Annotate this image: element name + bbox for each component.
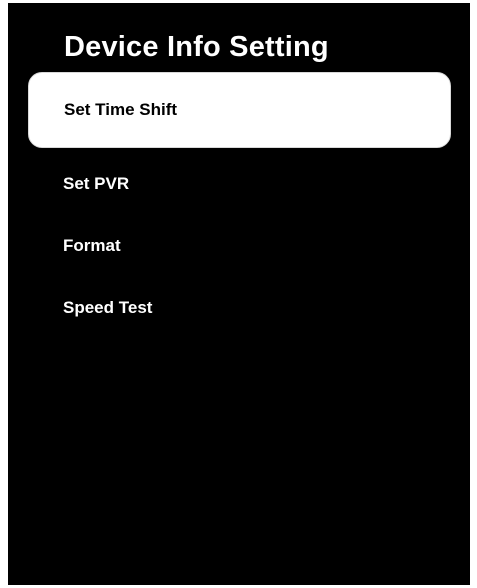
tv-menu-screen: Device Info Setting Set Time Shift Set P…: [8, 3, 470, 585]
menu-item-speed-test[interactable]: Speed Test: [28, 270, 451, 346]
menu-item-label: Format: [63, 236, 121, 255]
menu-item-set-time-shift[interactable]: Set Time Shift: [28, 72, 451, 148]
device-info-menu: Set Time Shift Set PVR Format Speed Test: [8, 3, 470, 585]
menu-item-label: Set Time Shift: [64, 100, 178, 119]
menu-item-label: Set PVR: [63, 174, 130, 193]
menu-item-label: Speed Test: [63, 298, 153, 317]
